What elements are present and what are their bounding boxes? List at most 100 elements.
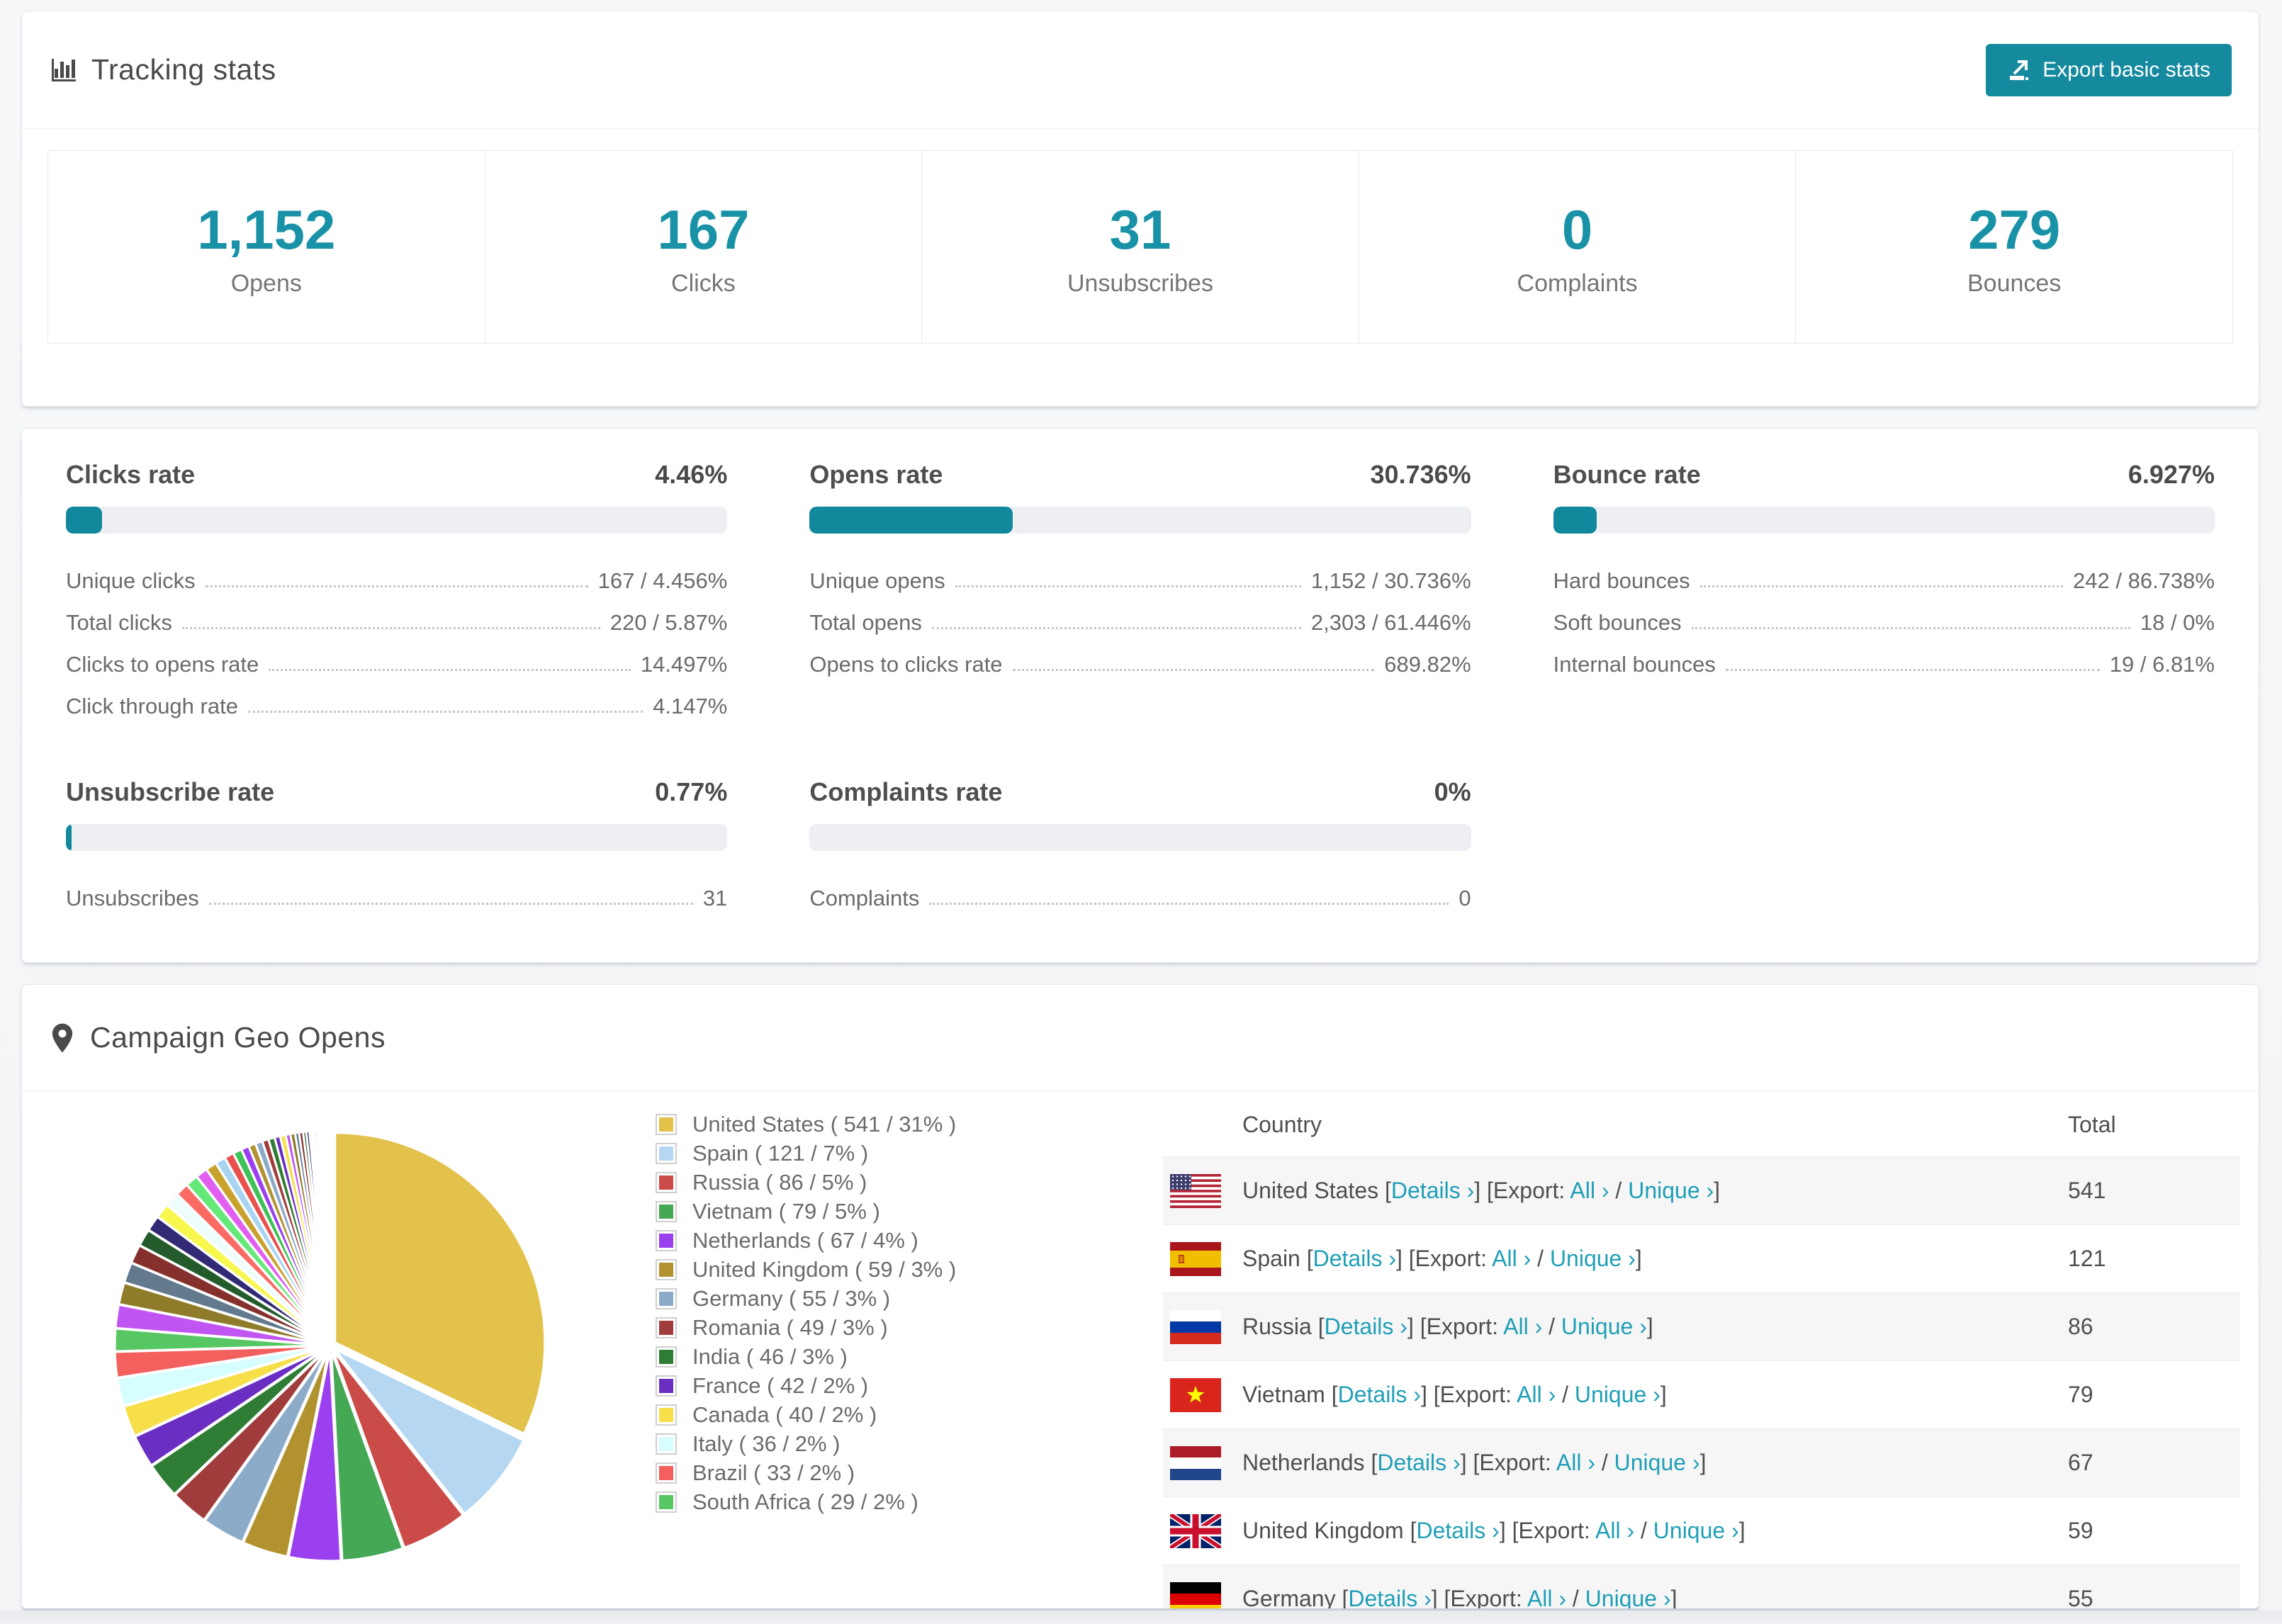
export-unique-link[interactable]: Unique › [1628, 1178, 1714, 1203]
rate-title: Complaints rate [809, 777, 1003, 806]
legend-swatch [656, 1462, 677, 1484]
export-all-link[interactable]: All › [1556, 1450, 1595, 1475]
tracking-stats-card: Tracking stats Export basic stats 1,152 … [21, 11, 2259, 407]
rates-card: Clicks rate 4.46% Unique clicks 167 / 4.… [21, 428, 2259, 963]
rate-progress-bar [809, 507, 1471, 534]
rate-block-opens-rate: Opens rate 30.736% Unique opens 1,152 / … [809, 460, 1471, 726]
rate-block-clicks-rate: Clicks rate 4.46% Unique clicks 167 / 4.… [66, 460, 728, 726]
geo-table-row-de: Germany [Details ›] [Export: All › / Uni… [1163, 1564, 2240, 1608]
legend-item-south-africa: South Africa ( 29 / 2% ) [656, 1487, 1163, 1516]
dotted-leader [1699, 585, 2064, 587]
geo-content: United States ( 541 / 31% ) Spain ( 121 … [22, 1091, 2259, 1608]
dotted-leader [929, 903, 1449, 905]
stat-line: Clicks to opens rate 14.497% [66, 643, 727, 684]
country-column-header: Country [1242, 1112, 1322, 1137]
legend-item-italy: Italy ( 36 / 2% ) [656, 1429, 1163, 1458]
legend-item-united-kingdom: United Kingdom ( 59 / 3% ) [656, 1255, 1163, 1284]
stat-label: Opens [230, 270, 302, 297]
rate-progress-fill [1553, 507, 1597, 534]
legend-swatch [656, 1200, 677, 1222]
legend-swatch [656, 1433, 677, 1455]
export-unique-link[interactable]: Unique › [1561, 1314, 1647, 1339]
details-link[interactable]: Details › [1338, 1382, 1421, 1407]
rate-title: Clicks rate [66, 460, 196, 489]
stat-value: 167 [657, 198, 750, 261]
dotted-leader [205, 585, 588, 587]
stat-line-value: 689.82% [1384, 652, 1471, 677]
geo-table: Country Total United States [Details ›] … [1163, 1091, 2240, 1608]
country-cell: Russia [Details ›] [Export: All › / Uniq… [1242, 1314, 1653, 1339]
export-all-link[interactable]: All › [1570, 1178, 1609, 1203]
rate-progress-fill [66, 824, 72, 851]
rate-value: 6.927% [2128, 460, 2215, 489]
legend-item-france: France ( 42 / 2% ) [656, 1371, 1163, 1400]
legend-item-netherlands: Netherlands ( 67 / 4% ) [656, 1226, 1163, 1255]
stat-line-value: 4.147% [653, 694, 728, 718]
rate-title: Unsubscribe rate [66, 777, 275, 806]
stat-line-value: 1,152 / 30.736% [1310, 568, 1471, 593]
export-unique-link[interactable]: Unique › [1653, 1518, 1739, 1543]
legend-swatch [656, 1404, 677, 1426]
bar-chart-icon [52, 58, 76, 81]
details-link[interactable]: Details › [1313, 1246, 1396, 1271]
country-cell: Netherlands [Details ›] [Export: All › /… [1242, 1450, 1707, 1475]
us-flag-icon [1170, 1174, 1221, 1208]
stat-line-value: 220 / 5.87% [609, 610, 728, 635]
gb-flag-icon [1170, 1514, 1221, 1548]
rate-title: Opens rate [809, 460, 943, 489]
legend-item-vietnam: Vietnam ( 79 / 5% ) [656, 1197, 1163, 1226]
stat-line-label: Click through rate [66, 694, 238, 718]
stat-line-label: Complaints [809, 886, 920, 910]
legend-swatch [656, 1491, 677, 1513]
details-link[interactable]: Details › [1348, 1586, 1431, 1608]
total-cell: 121 [2068, 1246, 2106, 1271]
country-cell: Spain [Details ›] [Export: All › / Uniqu… [1242, 1246, 1642, 1271]
details-link[interactable]: Details › [1325, 1314, 1407, 1339]
stat-line-label: Clicks to opens rate [66, 652, 259, 677]
export-all-link[interactable]: All › [1595, 1518, 1634, 1543]
dotted-leader [269, 669, 631, 671]
stat-value: 279 [1968, 198, 2061, 261]
export-unique-link[interactable]: Unique › [1614, 1450, 1700, 1475]
stat-line: Click through rate 4.147% [66, 684, 727, 726]
export-icon [2010, 60, 2029, 80]
legend-label: Vietnam ( 79 / 5% ) [692, 1198, 880, 1224]
export-unique-link[interactable]: Unique › [1585, 1586, 1671, 1608]
es-flag-icon [1170, 1242, 1221, 1276]
details-link[interactable]: Details › [1391, 1178, 1474, 1203]
stat-line-label: Soft bounces [1553, 610, 1682, 635]
export-all-link[interactable]: All › [1517, 1382, 1556, 1407]
stat-line-value: 242 / 86.738% [2073, 568, 2215, 593]
stat-line: Soft bounces 18 / 0% [1553, 601, 2215, 643]
rate-block-bounce-rate: Bounce rate 6.927% Hard bounces 242 / 86… [1553, 460, 2215, 726]
dotted-leader [1691, 627, 2130, 629]
geo-header: Campaign Geo Opens [22, 985, 2259, 1091]
legend-item-germany: Germany ( 55 / 3% ) [656, 1284, 1163, 1313]
legend-item-brazil: Brazil ( 33 / 2% ) [656, 1458, 1163, 1487]
vn-flag-icon [1170, 1378, 1221, 1412]
details-link[interactable]: Details › [1377, 1450, 1460, 1475]
details-link[interactable]: Details › [1416, 1518, 1499, 1543]
export-all-link[interactable]: All › [1527, 1586, 1566, 1608]
geo-table-header: Country Total [1163, 1091, 2240, 1156]
total-cell: 67 [2068, 1450, 2093, 1475]
geo-pie-chart [22, 1091, 639, 1590]
total-cell: 86 [2068, 1314, 2093, 1339]
stat-line-label: Opens to clicks rate [809, 652, 1003, 677]
dotted-leader [247, 711, 643, 713]
ru-flag-icon [1170, 1310, 1221, 1344]
stat-line: Complaints 0 [809, 876, 1471, 918]
stat-line-value: 14.497% [640, 652, 728, 677]
rate-block-unsubscribe-rate: Unsubscribe rate 0.77% Unsubscribes 31 [66, 777, 728, 918]
stat-label: Bounces [1967, 270, 2062, 297]
export-all-link[interactable]: All › [1492, 1246, 1531, 1271]
export-unique-link[interactable]: Unique › [1550, 1246, 1636, 1271]
rates-grid: Clicks rate 4.46% Unique clicks 167 / 4.… [66, 460, 2215, 918]
export-unique-link[interactable]: Unique › [1575, 1382, 1660, 1407]
export-all-link[interactable]: All › [1503, 1314, 1542, 1339]
country-cell: United Kingdom [Details ›] [Export: All … [1242, 1518, 1746, 1543]
rate-value: 30.736% [1370, 460, 1471, 489]
export-basic-stats-button[interactable]: Export basic stats [1986, 43, 2232, 96]
legend-label: Canada ( 40 / 2% ) [692, 1402, 877, 1427]
legend-item-canada: Canada ( 40 / 2% ) [656, 1400, 1163, 1429]
